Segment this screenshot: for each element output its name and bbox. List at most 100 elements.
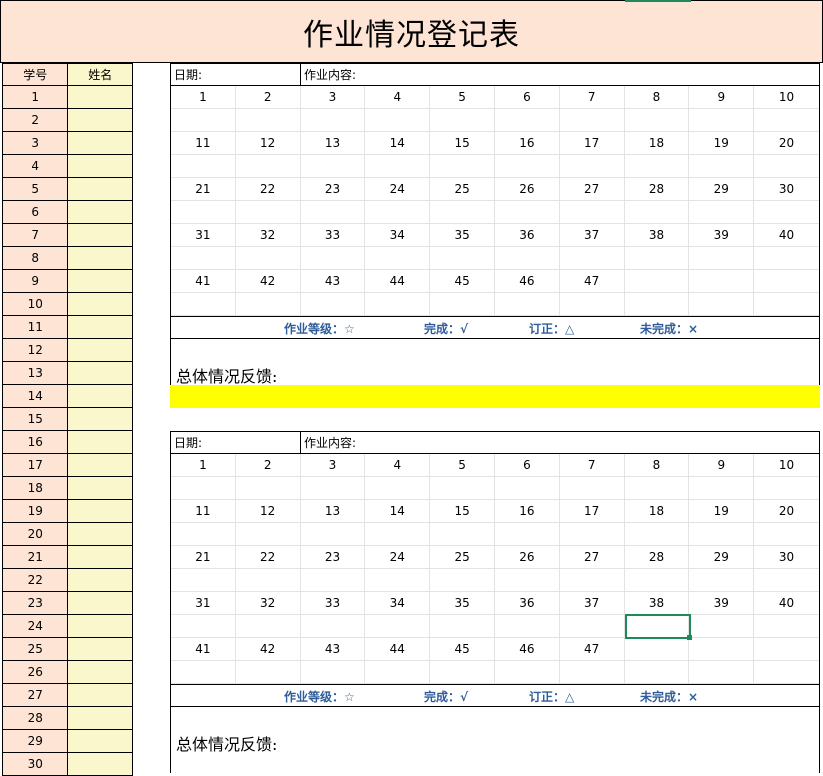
- student-number-cell[interactable]: 25: [430, 546, 495, 569]
- student-number-cell[interactable]: 34: [365, 592, 431, 615]
- student-number-cell[interactable]: 47: [559, 270, 625, 293]
- mark-cell[interactable]: [300, 661, 366, 684]
- student-number-cell[interactable]: 10: [754, 454, 819, 477]
- student-name-cell[interactable]: [68, 707, 133, 730]
- student-number-cell[interactable]: 7: [559, 86, 625, 109]
- mark-cell[interactable]: [494, 109, 560, 132]
- mark-cell[interactable]: [171, 615, 236, 638]
- student-name-cell[interactable]: [68, 500, 133, 523]
- student-number-cell[interactable]: 1: [2, 86, 69, 109]
- student-number-cell[interactable]: 30: [2, 753, 69, 776]
- mark-cell[interactable]: [624, 247, 690, 270]
- mark-cell[interactable]: [754, 201, 819, 224]
- student-name-cell[interactable]: [68, 431, 133, 454]
- mark-cell[interactable]: [494, 661, 560, 684]
- student-name-cell[interactable]: [68, 615, 133, 638]
- student-number-cell[interactable]: [624, 638, 690, 661]
- student-name-cell[interactable]: [68, 753, 133, 776]
- mark-cell[interactable]: [494, 477, 560, 500]
- mark-cell[interactable]: [365, 109, 431, 132]
- student-name-cell[interactable]: [68, 592, 133, 615]
- student-number-cell[interactable]: 1: [171, 86, 236, 109]
- fill-handle[interactable]: [687, 635, 692, 640]
- student-number-header[interactable]: 学号: [2, 63, 69, 86]
- student-name-cell[interactable]: [68, 408, 133, 431]
- mark-cell[interactable]: [494, 247, 560, 270]
- student-number-cell[interactable]: 7: [559, 454, 625, 477]
- student-number-cell[interactable]: 46: [494, 638, 560, 661]
- title-bar[interactable]: 作业情况登记表: [0, 0, 823, 63]
- student-name-cell[interactable]: [68, 385, 133, 408]
- mark-cell[interactable]: [171, 201, 236, 224]
- student-number-cell[interactable]: 16: [494, 132, 560, 155]
- student-number-cell[interactable]: 41: [171, 270, 236, 293]
- mark-cell[interactable]: [559, 615, 625, 638]
- student-name-cell[interactable]: [68, 86, 133, 109]
- mark-cell[interactable]: [300, 155, 366, 178]
- mark-cell[interactable]: [624, 523, 690, 546]
- mark-cell[interactable]: [235, 523, 301, 546]
- student-number-cell[interactable]: 3: [2, 132, 69, 155]
- mark-cell[interactable]: [235, 109, 301, 132]
- mark-cell[interactable]: [235, 477, 301, 500]
- date-field[interactable]: 日期:: [171, 64, 301, 85]
- mark-cell[interactable]: [365, 569, 431, 592]
- student-number-cell[interactable]: 30: [754, 178, 819, 201]
- mark-cell[interactable]: [171, 155, 236, 178]
- mark-cell[interactable]: [494, 155, 560, 178]
- student-number-cell[interactable]: 29: [2, 730, 69, 753]
- mark-cell[interactable]: [624, 155, 690, 178]
- student-number-cell[interactable]: 2: [235, 454, 301, 477]
- student-number-cell[interactable]: 18: [624, 132, 690, 155]
- student-number-cell[interactable]: 21: [171, 178, 236, 201]
- student-number-cell[interactable]: 19: [689, 500, 755, 523]
- student-number-cell[interactable]: 31: [171, 224, 236, 247]
- mark-cell[interactable]: [430, 155, 495, 178]
- student-name-cell[interactable]: [68, 201, 133, 224]
- student-number-cell[interactable]: 35: [430, 592, 495, 615]
- student-number-cell[interactable]: 2: [2, 109, 69, 132]
- mark-cell[interactable]: [300, 569, 366, 592]
- student-number-cell[interactable]: 41: [171, 638, 236, 661]
- mark-cell[interactable]: [365, 155, 431, 178]
- mark-cell[interactable]: [754, 155, 819, 178]
- date-field[interactable]: 日期:: [171, 432, 301, 453]
- student-name-cell[interactable]: [68, 293, 133, 316]
- student-number-cell[interactable]: [754, 270, 819, 293]
- mark-cell[interactable]: [430, 247, 495, 270]
- mark-cell[interactable]: [430, 569, 495, 592]
- student-number-cell[interactable]: 43: [300, 638, 366, 661]
- student-number-cell[interactable]: 8: [2, 247, 69, 270]
- student-number-cell[interactable]: 26: [494, 178, 560, 201]
- mark-cell[interactable]: [171, 661, 236, 684]
- student-number-cell[interactable]: 37: [559, 224, 625, 247]
- mark-cell[interactable]: [559, 247, 625, 270]
- student-number-cell[interactable]: 16: [494, 500, 560, 523]
- student-name-cell[interactable]: [68, 569, 133, 592]
- student-number-cell[interactable]: 33: [300, 224, 366, 247]
- student-number-cell[interactable]: 6: [2, 201, 69, 224]
- mark-cell[interactable]: [365, 201, 431, 224]
- student-number-cell[interactable]: 11: [171, 132, 236, 155]
- mark-cell[interactable]: [171, 247, 236, 270]
- mark-cell[interactable]: [171, 569, 236, 592]
- mark-cell[interactable]: [300, 247, 366, 270]
- student-number-cell[interactable]: 2: [235, 86, 301, 109]
- student-number-cell[interactable]: 23: [300, 546, 366, 569]
- student-number-cell[interactable]: 3: [300, 454, 366, 477]
- student-number-cell[interactable]: 24: [2, 615, 69, 638]
- mark-cell[interactable]: [494, 615, 560, 638]
- student-number-cell[interactable]: 40: [754, 224, 819, 247]
- mark-cell[interactable]: [171, 109, 236, 132]
- homework-content-field[interactable]: 作业内容:: [301, 432, 819, 453]
- student-number-cell[interactable]: 28: [624, 178, 690, 201]
- student-name-cell[interactable]: [68, 454, 133, 477]
- mark-cell[interactable]: [559, 569, 625, 592]
- student-name-cell[interactable]: [68, 155, 133, 178]
- student-number-cell[interactable]: 39: [689, 592, 755, 615]
- student-number-cell[interactable]: 11: [171, 500, 236, 523]
- student-number-cell[interactable]: 42: [235, 638, 301, 661]
- student-number-cell[interactable]: 40: [754, 592, 819, 615]
- student-number-cell[interactable]: 47: [559, 638, 625, 661]
- student-number-cell[interactable]: 25: [430, 178, 495, 201]
